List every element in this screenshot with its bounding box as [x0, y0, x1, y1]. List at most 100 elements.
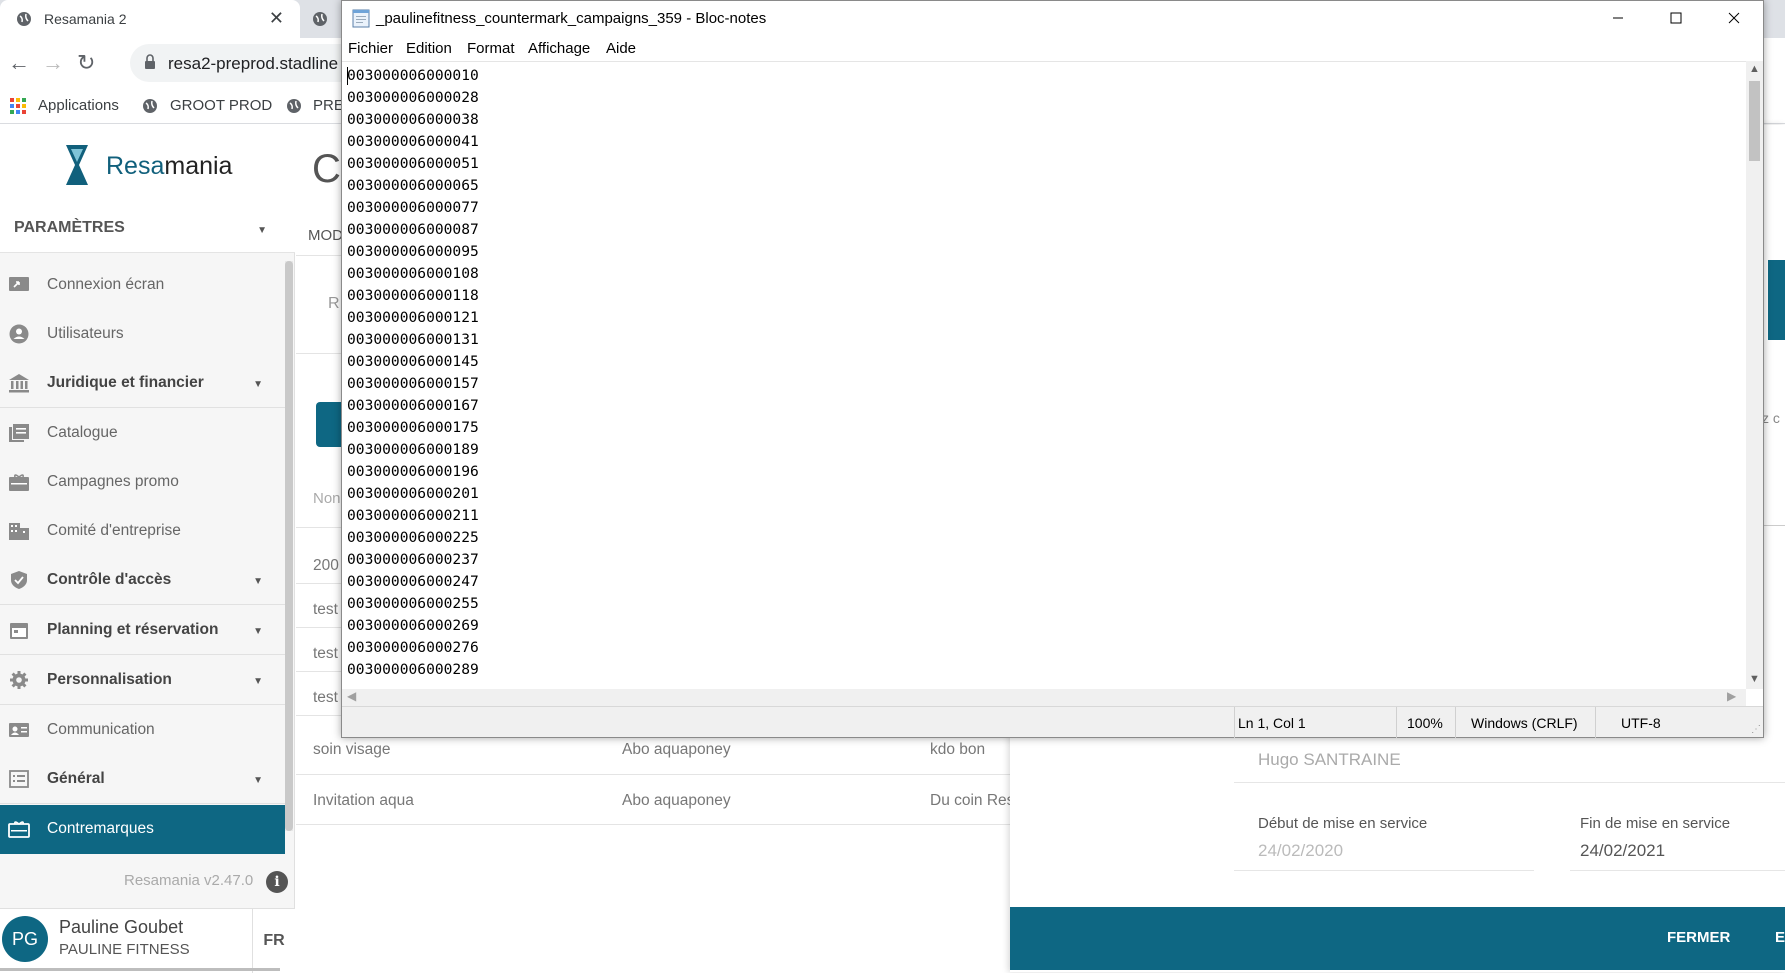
user-panel[interactable]: PG Pauline Goubet PAULINE FITNESS FR [0, 908, 295, 973]
text-line: 003000006000167 [347, 397, 479, 414]
panel-footer: FERMER E [1010, 907, 1785, 970]
sidebar-item-connexion-ecran[interactable]: Connexion écran [0, 261, 285, 310]
scroll-left-icon[interactable]: ◀ [347, 689, 356, 703]
logo[interactable]: Resamania [0, 125, 295, 205]
table-cell[interactable]: 200 [313, 557, 339, 575]
info-icon[interactable]: i [266, 871, 288, 893]
vertical-scrollbar[interactable]: ▲ ▼ [1746, 61, 1763, 689]
scrollbar-thumb[interactable] [285, 261, 293, 831]
resamania-logo-icon [66, 145, 88, 185]
horizontal-scrollbar[interactable]: ◀ ▶ [342, 689, 1746, 706]
bookmark-applications[interactable]: Applications [38, 97, 119, 114]
bookmark-groot-prod[interactable]: GROOT PROD [170, 97, 272, 114]
table-cell[interactable]: test [313, 601, 338, 619]
forward-icon[interactable]: → [42, 50, 64, 76]
close-button[interactable]: FERMER [1667, 929, 1730, 946]
scroll-up-icon[interactable]: ▲ [1746, 63, 1763, 75]
close-icon[interactable] [1705, 1, 1763, 35]
tab-mode[interactable]: MOD [308, 227, 343, 244]
divider [1234, 782, 1785, 783]
scrollbar-thumb[interactable] [1749, 81, 1760, 161]
reload-icon[interactable]: ↻ [77, 50, 95, 76]
close-tab-icon[interactable]: ✕ [269, 8, 284, 29]
sidebar-item-catalogue[interactable]: Catalogue [0, 409, 285, 458]
sidebar-item-personnalisation[interactable]: Personnalisation ▼ [0, 656, 285, 705]
notepad-text-area[interactable]: 003000006000010 003000006000028 0030000060… [342, 61, 1746, 689]
sidebar-item-comite-entreprise[interactable]: Comité d'entreprise [0, 507, 285, 556]
sidebar-item-contremarques[interactable]: Contremarques [0, 805, 285, 854]
text-line: 003000006000087 [347, 221, 479, 238]
globe-icon [287, 99, 301, 113]
divider [296, 824, 1016, 825]
calendar-icon [10, 623, 28, 639]
secondary-button[interactable]: E [1775, 929, 1785, 946]
text-line: 003000006000095 [347, 243, 479, 260]
notepad-titlebar[interactable]: _paulinefitness_countermark_campaigns_35… [342, 1, 1763, 35]
back-icon[interactable]: ← [8, 50, 30, 76]
text-line: 003000006000051 [347, 155, 479, 172]
end-date-field[interactable]: 24/02/2021 [1580, 841, 1665, 861]
text-line: 003000006000247 [347, 573, 479, 590]
page-title: C [312, 147, 341, 191]
nav-label: Communication [47, 721, 155, 738]
nav-label: Campagnes promo [47, 473, 179, 490]
url-text: resa2-preprod.stadline [168, 54, 339, 73]
sidebar-item-juridique[interactable]: Juridique et financier ▼ [0, 359, 285, 408]
text-line: 003000006000041 [347, 133, 479, 150]
menu-aide[interactable]: Aide [606, 40, 636, 57]
sidebar-item-general[interactable]: Général ▼ [0, 755, 285, 804]
ticket-icon [8, 821, 30, 838]
sidebar-item-campagnes-promo[interactable]: Campagnes promo [0, 458, 285, 507]
minimize-icon[interactable] [1589, 1, 1647, 35]
globe-icon[interactable] [312, 11, 328, 27]
text-content: 003000006000010 003000006000028 0030000060… [347, 65, 479, 681]
nav-label: Personnalisation [47, 671, 172, 688]
caret-down-icon: ▼ [253, 775, 263, 786]
line-ending: Windows (CRLF) [1471, 715, 1578, 731]
scroll-right-icon[interactable]: ▶ [1727, 689, 1736, 703]
menu-fichier[interactable]: Fichier [348, 40, 393, 57]
caret-down-icon: ▼ [257, 225, 267, 236]
bookmark-pre[interactable]: PRE [313, 97, 344, 114]
start-date-label: Début de mise en service [1258, 815, 1428, 832]
table-cell: Abo aquaponey [622, 741, 731, 758]
section-selector[interactable]: PARAMÈTRES ▼ [0, 205, 295, 253]
table-cell[interactable]: test [313, 645, 338, 663]
text-line: 003000006000077 [347, 199, 479, 216]
menu-format[interactable]: Format [467, 40, 515, 57]
menu-edition[interactable]: Edition [406, 40, 452, 57]
search-field[interactable]: R [328, 295, 340, 313]
divider [1455, 707, 1456, 738]
menu-affichage[interactable]: Affichage [528, 40, 590, 57]
horizontal-scrollbar[interactable] [0, 968, 280, 971]
sidebar-item-communication[interactable]: Communication [0, 706, 285, 755]
text-line: 003000006000276 [347, 639, 479, 656]
sidebar-item-planning[interactable]: Planning et réservation ▼ [0, 606, 285, 655]
table-cell[interactable]: test [313, 689, 338, 707]
language-switcher[interactable]: FR [252, 909, 295, 973]
scroll-down-icon[interactable]: ▼ [1746, 673, 1763, 685]
divider [1762, 525, 1785, 526]
divider [1234, 870, 1534, 871]
list-icon [9, 770, 29, 788]
divider [296, 774, 1016, 775]
avatar[interactable]: PG [2, 916, 48, 962]
catalogue-icon [9, 424, 29, 442]
divider [1396, 707, 1397, 738]
nav-label: Connexion écran [47, 276, 165, 293]
sidebar-scrollbar[interactable] [285, 261, 293, 831]
divider [1234, 707, 1235, 738]
caret-down-icon: ▼ [253, 379, 263, 390]
shield-check-icon [11, 571, 27, 589]
resize-grip-icon[interactable]: ⋰ [1751, 724, 1761, 735]
user-name: Pauline Goubet [59, 917, 184, 937]
sidebar-item-controle-acces[interactable]: Contrôle d'accès ▼ [0, 556, 285, 605]
text-line: 003000006000175 [347, 419, 479, 436]
text-cursor [347, 67, 348, 85]
nav-label: Contrôle d'accès [47, 571, 172, 588]
nav-label: Catalogue [47, 424, 118, 441]
sidebar-item-utilisateurs[interactable]: Utilisateurs [0, 310, 285, 359]
start-date-field[interactable]: 24/02/2020 [1258, 841, 1343, 861]
tab-resamania[interactable]: Resamania 2 ✕ [0, 0, 300, 38]
maximize-icon[interactable] [1647, 1, 1705, 35]
